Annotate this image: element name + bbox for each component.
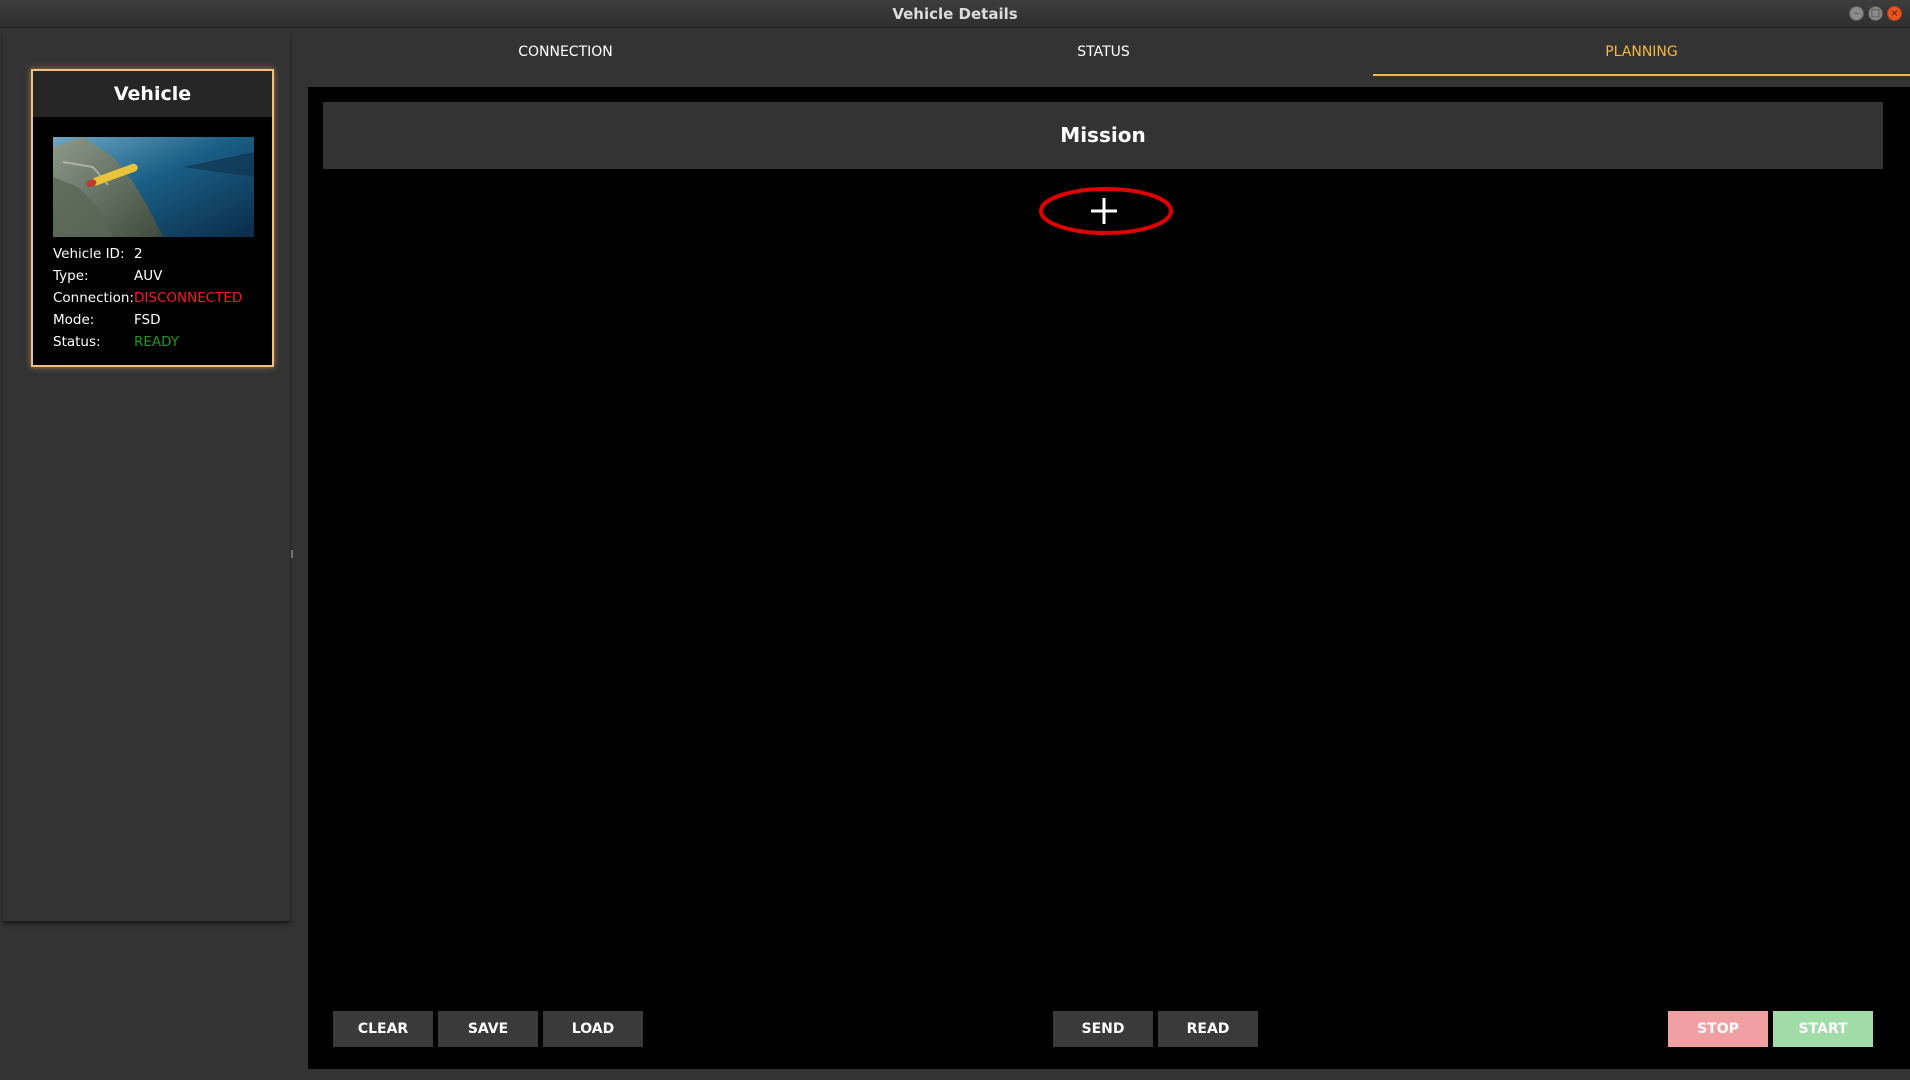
add-mission-item-button[interactable] bbox=[1082, 189, 1126, 233]
vehicle-info-list: Vehicle ID: 2 Type: AUV Connection: DISC… bbox=[53, 243, 268, 353]
mode-row: Mode: FSD bbox=[53, 309, 268, 331]
connection-label: Connection: bbox=[53, 290, 134, 306]
panel-splitter-handle[interactable] bbox=[291, 550, 293, 558]
vehicle-id-label: Vehicle ID: bbox=[53, 246, 125, 262]
mode-label: Mode: bbox=[53, 312, 95, 328]
connection-row: Connection: DISCONNECTED bbox=[53, 287, 268, 309]
minimize-icon[interactable]: – bbox=[1849, 6, 1864, 21]
vehicle-card[interactable]: Vehicle Vehicle ID: 2 Type: AUV Connecti… bbox=[31, 69, 274, 367]
tab-planning[interactable]: PLANNING bbox=[1373, 28, 1910, 76]
clear-button[interactable]: CLEAR bbox=[333, 1011, 433, 1047]
tab-connection[interactable]: CONNECTION bbox=[297, 28, 834, 76]
start-button[interactable]: START bbox=[1773, 1011, 1873, 1047]
mode-value: FSD bbox=[134, 312, 161, 328]
save-button[interactable]: SAVE bbox=[438, 1011, 538, 1047]
vehicle-type-row: Type: AUV bbox=[53, 265, 268, 287]
auv-photo-icon bbox=[53, 137, 254, 237]
tab-status[interactable]: STATUS bbox=[835, 28, 1372, 76]
status-row: Status: READY bbox=[53, 331, 268, 353]
vehicle-type-value: AUV bbox=[134, 268, 163, 284]
window-titlebar: Vehicle Details – □ × bbox=[0, 0, 1910, 28]
load-button[interactable]: LOAD bbox=[543, 1011, 643, 1047]
connection-status-value: DISCONNECTED bbox=[134, 290, 243, 306]
vehicle-image bbox=[53, 137, 254, 237]
vehicle-type-label: Type: bbox=[53, 268, 89, 284]
window-title: Vehicle Details bbox=[892, 5, 1018, 23]
close-icon[interactable]: × bbox=[1887, 6, 1902, 21]
vehicle-id-row: Vehicle ID: 2 bbox=[53, 243, 268, 265]
tab-bar: CONNECTION STATUS PLANNING bbox=[297, 28, 1910, 76]
maximize-icon[interactable]: □ bbox=[1868, 6, 1883, 21]
status-value: READY bbox=[134, 334, 180, 350]
mission-title: Mission bbox=[323, 102, 1883, 169]
send-button[interactable]: SEND bbox=[1053, 1011, 1153, 1047]
vehicle-card-title: Vehicle bbox=[33, 71, 272, 117]
stop-button[interactable]: STOP bbox=[1668, 1011, 1768, 1047]
read-button[interactable]: READ bbox=[1158, 1011, 1258, 1047]
planning-panel: Mission CLEAR SAVE LOAD SEND READ STOP S… bbox=[308, 87, 1910, 1069]
plus-icon bbox=[1091, 198, 1117, 224]
vehicle-id-value: 2 bbox=[134, 246, 143, 262]
status-label: Status: bbox=[53, 334, 101, 350]
